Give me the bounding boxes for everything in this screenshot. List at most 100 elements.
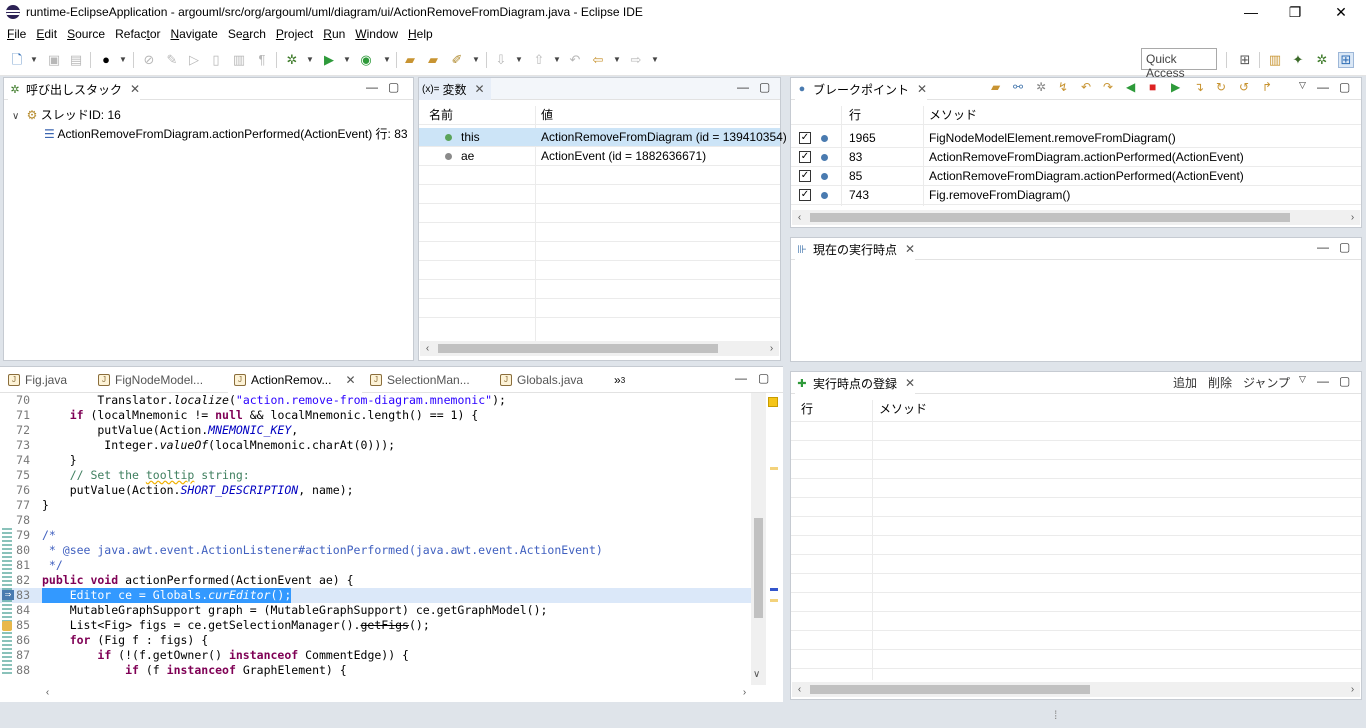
- column-header-name[interactable]: 名前: [429, 106, 453, 125]
- enabled-checkbox[interactable]: ✓: [799, 151, 811, 163]
- maximize-icon[interactable]: ▢: [388, 80, 399, 94]
- horizontal-scrollbar[interactable]: ‹ ›: [420, 341, 779, 356]
- table-row[interactable]: ae ActionEvent (id = 1882636671): [419, 147, 780, 166]
- new-dropdown-icon[interactable]: ▼: [30, 52, 38, 68]
- back-step-icon[interactable]: ◀: [1126, 80, 1135, 94]
- next-annotation-icon[interactable]: ⇩: [493, 52, 509, 68]
- redo-icon[interactable]: ↷: [1103, 80, 1113, 94]
- close-icon[interactable]: ✕: [905, 376, 915, 390]
- close-icon[interactable]: ✕: [475, 82, 485, 96]
- quick-access-input[interactable]: Quick Access: [1141, 48, 1217, 80]
- pen-icon[interactable]: ✎: [164, 52, 180, 68]
- menu-refactor[interactable]: Refactor: [110, 24, 165, 44]
- step-icon[interactable]: ↯: [1058, 80, 1068, 94]
- external-tools-dropdown-icon[interactable]: ▼: [383, 52, 391, 68]
- drop-to-frame-icon[interactable]: ↱: [1262, 80, 1272, 94]
- menu-project[interactable]: Project: [271, 24, 318, 44]
- step-return-icon[interactable]: ↺: [1239, 80, 1249, 94]
- table-row[interactable]: ✓ 83 ActionRemoveFromDiagram.actionPerfo…: [791, 148, 1361, 167]
- tab-breakpoints[interactable]: ● ブレークポイント ✕: [795, 78, 928, 100]
- open-type-icon[interactable]: ▰: [402, 52, 418, 68]
- step-into-icon[interactable]: ↴: [1194, 80, 1204, 94]
- add-button[interactable]: 追加: [1173, 374, 1197, 391]
- step-over-icon[interactable]: ↻: [1216, 80, 1226, 94]
- bug-gray-icon[interactable]: ✲: [1036, 80, 1046, 94]
- view-menu-icon[interactable]: ▽: [1299, 80, 1306, 91]
- forward-dropdown-icon[interactable]: ▼: [651, 52, 659, 68]
- table-row[interactable]: ✓ 1965 FigNodeModelElement.removeFromDia…: [791, 129, 1361, 148]
- external-tools-icon[interactable]: ◉: [358, 52, 374, 68]
- close-icon[interactable]: ✕: [345, 373, 355, 387]
- chevron-down-icon[interactable]: ∨: [12, 111, 19, 122]
- back-icon[interactable]: ⇦: [590, 52, 606, 68]
- scrollbar-thumb[interactable]: [810, 213, 1290, 222]
- column-header-value[interactable]: 値: [541, 106, 553, 125]
- minimize-button[interactable]: —: [1228, 0, 1274, 24]
- table-row[interactable]: ✓ 85 ActionRemoveFromDiagram.actionPerfo…: [791, 167, 1361, 186]
- stop-icon[interactable]: ■: [1149, 80, 1156, 94]
- minimize-icon[interactable]: —: [366, 80, 378, 94]
- scroll-left-icon[interactable]: ‹: [792, 682, 807, 697]
- menu-source[interactable]: Source: [62, 24, 110, 44]
- maximize-icon[interactable]: ▢: [759, 80, 770, 94]
- close-icon[interactable]: ✕: [905, 242, 915, 256]
- prev-annotation-dropdown-icon[interactable]: ▼: [553, 52, 561, 68]
- git-perspective-icon[interactable]: ✦: [1290, 52, 1306, 68]
- search-tool-icon[interactable]: ✐: [449, 52, 465, 68]
- minimize-icon[interactable]: —: [735, 371, 747, 385]
- scroll-down-icon[interactable]: ∨: [753, 669, 760, 680]
- tree-item-thread[interactable]: ∨ ⚙ スレッドID: 16: [12, 106, 121, 123]
- column-header-method[interactable]: メソッド: [929, 106, 977, 125]
- last-edit-icon[interactable]: ↶: [567, 52, 583, 68]
- table-row[interactable]: this ActionRemoveFromDiagram (id = 13941…: [419, 128, 787, 147]
- debug-dropdown-icon[interactable]: ▼: [306, 52, 314, 68]
- new-file-icon[interactable]: 🗋: [9, 52, 25, 68]
- open-folder-icon[interactable]: ▰: [425, 52, 441, 68]
- resume-icon[interactable]: ▷: [186, 52, 202, 68]
- terminate-icon[interactable]: ▥: [231, 52, 247, 68]
- minimize-icon[interactable]: —: [1317, 240, 1329, 254]
- debug-perspective-icon[interactable]: ✲: [1314, 52, 1330, 68]
- folder-icon[interactable]: ▰: [991, 80, 1000, 94]
- menu-edit[interactable]: Edit: [31, 24, 62, 44]
- tab-fig-java[interactable]: J Fig.java: [8, 367, 67, 393]
- java-perspective-icon[interactable]: ▥: [1267, 52, 1283, 68]
- skip-breakpoints-icon[interactable]: ⊘: [141, 52, 157, 68]
- save-all-icon[interactable]: ▤: [68, 52, 84, 68]
- back-dropdown-icon[interactable]: ▼: [613, 52, 621, 68]
- next-annotation-dropdown-icon[interactable]: ▼: [515, 52, 523, 68]
- tab-globals-java[interactable]: J Globals.java: [500, 367, 583, 393]
- minimize-icon[interactable]: —: [1317, 374, 1329, 388]
- maximize-icon[interactable]: ▢: [758, 371, 769, 385]
- paragraph-icon[interactable]: ¶: [254, 52, 270, 68]
- open-perspective-icon[interactable]: ⊞: [1237, 52, 1253, 68]
- tab-callstack[interactable]: ✲ 呼び出しスタック ✕: [8, 78, 141, 100]
- menu-search[interactable]: Search: [223, 24, 271, 44]
- table-row[interactable]: ✓ 743 Fig.removeFromDiagram(): [791, 186, 1361, 205]
- menu-help[interactable]: Help: [403, 24, 438, 44]
- restore-button[interactable]: ❐: [1272, 0, 1318, 24]
- code-area[interactable]: 70 Translator.localize("action.remove-fr…: [0, 393, 766, 685]
- scrollbar-thumb[interactable]: [438, 344, 718, 353]
- run-icon[interactable]: ▶: [321, 52, 337, 68]
- tab-selectionman[interactable]: J SelectionMan...: [370, 367, 470, 393]
- scroll-right-icon[interactable]: ›: [737, 685, 752, 700]
- profile-icon[interactable]: ●: [98, 52, 114, 68]
- tab-registry[interactable]: ✚ 実行時点の登録 ✕: [795, 372, 916, 394]
- scroll-left-icon[interactable]: ‹: [40, 685, 55, 700]
- tree-item-frame[interactable]: ☰ ActionRemoveFromDiagram.actionPerforme…: [44, 125, 408, 142]
- minimize-icon[interactable]: —: [1317, 80, 1329, 94]
- tab-fignodemodel[interactable]: J FigNodeModel...: [98, 367, 203, 393]
- profile-dropdown-icon[interactable]: ▼: [119, 52, 127, 68]
- vertical-scrollbar[interactable]: ∨: [751, 393, 766, 685]
- search-dropdown-icon[interactable]: ▼: [472, 52, 480, 68]
- prev-annotation-icon[interactable]: ⇧: [531, 52, 547, 68]
- menu-file[interactable]: File: [2, 24, 31, 44]
- horizontal-scrollbar[interactable]: ‹ ›: [792, 210, 1360, 225]
- undo-icon[interactable]: ↶: [1081, 80, 1091, 94]
- menu-run[interactable]: Run: [318, 24, 350, 44]
- close-icon[interactable]: ✕: [917, 82, 927, 96]
- run-dropdown-icon[interactable]: ▼: [343, 52, 351, 68]
- scroll-right-icon[interactable]: ›: [1345, 682, 1360, 697]
- scroll-left-icon[interactable]: ‹: [420, 341, 435, 356]
